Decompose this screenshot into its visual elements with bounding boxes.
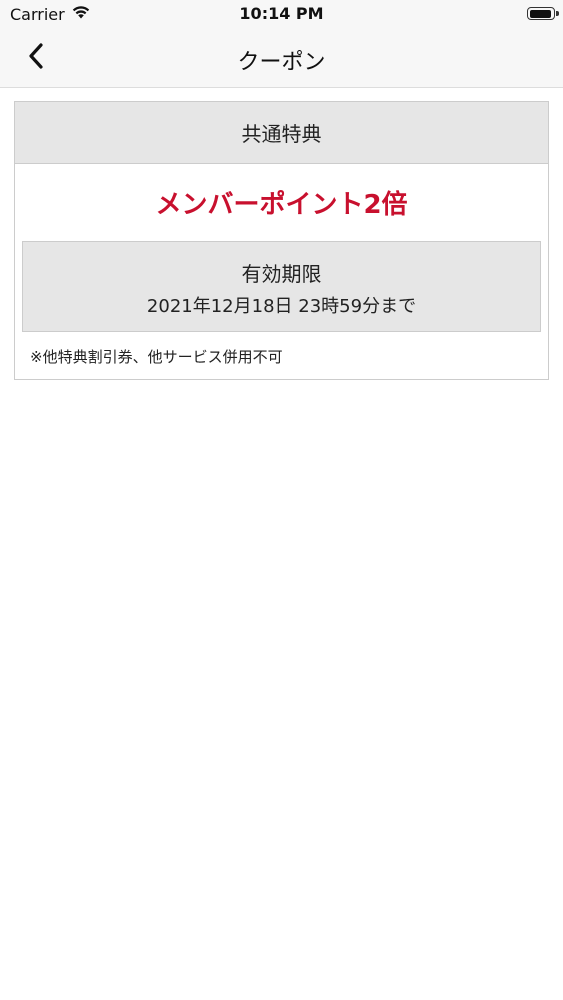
status-time: 10:14 PM: [239, 4, 324, 23]
coupon-card: 共通特典 メンバーポイント2倍 有効期限 2021年12月18日 23時59分ま…: [14, 101, 549, 380]
coupon-note: ※他特典割引券、他サービス併用不可: [30, 348, 283, 366]
status-bar: Carrier 10:14 PM: [0, 0, 563, 30]
battery-icon: [527, 7, 559, 20]
expiry-label: 有効期限: [241, 262, 322, 286]
page-title: クーポン: [237, 50, 326, 75]
expiry-date: 2021年12月18日 23時59分まで: [146, 296, 417, 317]
navigation-bar: クーポン: [0, 30, 563, 88]
expiry-box: 有効期限 2021年12月18日 23時59分まで: [22, 241, 541, 332]
coupon-benefit: メンバーポイント2倍: [155, 190, 408, 220]
coupon-header: 共通特典: [15, 102, 548, 164]
